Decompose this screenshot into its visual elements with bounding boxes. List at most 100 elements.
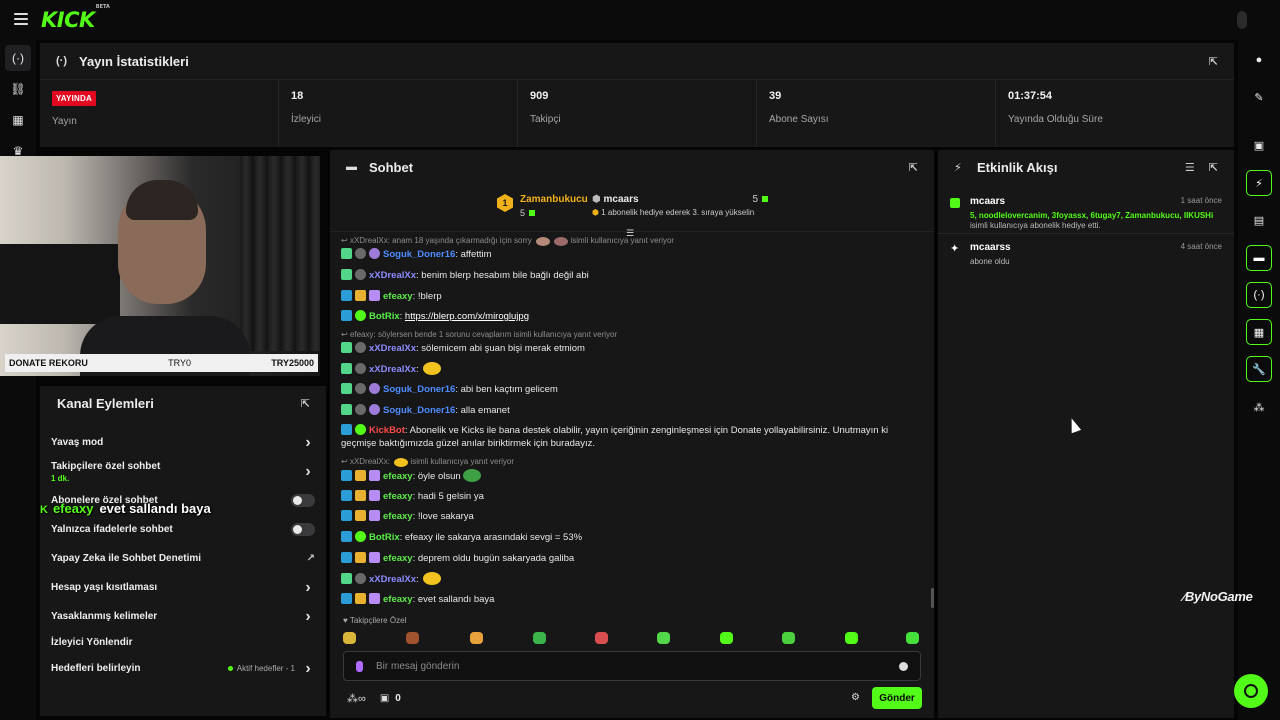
stat-value: 909 [530, 90, 549, 102]
chat-username[interactable]: xXDrealXx [369, 270, 416, 281]
followers-only-item[interactable]: Takipçilere özel sohbet 1 dk. › [51, 457, 315, 486]
chat-username[interactable]: efeaxy [383, 491, 413, 502]
send-button[interactable]: Gönder [872, 687, 922, 709]
action-label: İzleyici Yönlendir [51, 637, 133, 648]
stream-stats-panel: (·) Yayın İstatistikleri ⇱ YAYINDA Yayın… [40, 43, 1234, 147]
chat-username[interactable]: efeaxy [383, 291, 413, 302]
popout-icon[interactable]: ⇱ [909, 161, 918, 174]
wrench-icon[interactable]: 🔧 [1246, 356, 1272, 382]
chat-username[interactable]: efeaxy [383, 553, 413, 564]
chat-username[interactable]: efeaxy [383, 471, 413, 482]
emote-icon[interactable] [906, 632, 919, 644]
host-item[interactable]: İzleyici Yönlendir [51, 631, 315, 654]
emote-icon[interactable] [470, 632, 483, 644]
emote-icon[interactable] [343, 632, 356, 644]
emoji-picker-icon[interactable] [899, 661, 908, 671]
action-label: Hesap yaşı kısıtlaması [51, 582, 158, 593]
chat-message: Soguk_Doner16: affettim [341, 248, 921, 261]
emote-icon[interactable] [406, 632, 419, 644]
chat-username[interactable]: xXDrealXx [369, 574, 416, 585]
chat-username[interactable]: Soguk_Doner16 [383, 249, 455, 260]
ai-moderation-item[interactable]: Yapay Zeka ile Sohbet Denetimi ↗ [51, 544, 315, 573]
chat-settings-icon[interactable]: ⚙ [851, 692, 860, 703]
live-signal-icon[interactable]: (·) [1246, 282, 1272, 308]
headset-icon [1244, 684, 1258, 698]
set-goals-item[interactable]: Hedefleri belirleyin Aktif hedefler - 1 … [51, 654, 315, 683]
chevron-right-icon: › [305, 607, 311, 625]
account-age-item[interactable]: Hesap yaşı kısıtlaması › [51, 573, 315, 602]
chat-message: efeaxy: öyle olsun [341, 469, 921, 483]
info-icon[interactable]: ● [1246, 47, 1272, 73]
chat-username[interactable]: Soguk_Doner16 [383, 384, 455, 395]
stat-label: Yayın [52, 116, 77, 127]
stat-followers: 909 Takipçi [518, 80, 757, 147]
gift-leaderboard: Zamanbukucu 5 ⬢ mcaars 5 ⬢ 1 abonelik hed… [330, 186, 934, 232]
chat-username[interactable]: efeaxy [383, 594, 413, 605]
overlay-text: evet sallandı baya [99, 501, 211, 516]
broadcast-icon: (·) [56, 55, 67, 67]
action-label: Yasaklanmış kelimeler [51, 611, 158, 622]
popout-icon[interactable]: ⇱ [301, 397, 310, 410]
menu-icon[interactable] [14, 13, 28, 25]
chat-icon[interactable]: ▬ [1246, 245, 1272, 271]
emote [423, 362, 442, 375]
event-description: isimli kullanıcıya abonelik hediye etti. [970, 221, 1101, 230]
microphone-icon[interactable] [356, 660, 363, 672]
chat-link[interactable]: https://blerp.com/x/miroglujpg [405, 311, 529, 322]
chat-username[interactable]: KickBot [369, 425, 405, 436]
analytics-icon[interactable]: ▦ [5, 107, 31, 133]
gift-icon [529, 210, 536, 216]
chat-username[interactable]: BotRix [369, 532, 400, 543]
left-rail: (·) ⛓ ▦ ♛ [0, 40, 36, 720]
stat-value: 01:37:54 [1008, 90, 1053, 102]
layout-icon[interactable]: ▦ [1246, 319, 1272, 345]
emote-section-label: ♥ Takipçilere Özel [343, 616, 407, 625]
gift-icon [950, 198, 960, 208]
popout-icon[interactable]: ⇱ [1209, 161, 1218, 174]
link-icon[interactable]: ⛓ [5, 76, 31, 102]
emote-quick-row [343, 632, 923, 646]
leaderboard-entry: ⬢ mcaars 5 ⬢ 1 abonelik hediye ederek 3. … [592, 194, 768, 217]
reply-context: ↩ xXDrealXx: isimli kullanıcıya yanıt ve… [341, 457, 515, 467]
lightning-icon[interactable]: ⚡ [1246, 170, 1272, 196]
chat-scrollbar[interactable] [931, 588, 934, 608]
chat-message-input[interactable] [376, 660, 899, 672]
kick-logo[interactable]: KICKBETA [41, 4, 110, 32]
document-icon[interactable]: ▤ [1246, 207, 1272, 233]
overlay-user: efeaxy [52, 501, 94, 516]
fullscreen-icon[interactable]: ▣ [1246, 132, 1272, 158]
stat-label: Abone Sayısı [769, 114, 829, 125]
apps-icon[interactable]: ⁂ [1246, 394, 1272, 420]
kicks-icon[interactable]: ⁂∞ [347, 692, 366, 705]
chat-username[interactable]: xXDrealXx [369, 364, 416, 375]
emote-icon[interactable] [657, 632, 670, 644]
banned-words-item[interactable]: Yasaklanmış kelimeler › [51, 602, 315, 631]
broadcast-icon[interactable]: (·) [5, 45, 31, 71]
live-badge: YAYINDA [52, 91, 96, 106]
edit-icon[interactable]: ✎ [1246, 84, 1272, 110]
subscribers-only-toggle[interactable] [291, 494, 315, 507]
popout-icon[interactable]: ⇱ [1209, 55, 1218, 68]
emotes-only-toggle[interactable] [291, 523, 315, 536]
action-sublabel: 1 dk. [51, 473, 70, 483]
emote-icon[interactable] [845, 632, 858, 644]
user-avatar[interactable] [1237, 11, 1247, 29]
emote-icon[interactable] [782, 632, 795, 644]
emote-icon[interactable] [720, 632, 733, 644]
slow-mode-item[interactable]: Yavaş mod › [51, 428, 315, 457]
event-time: 4 saat önce [1180, 242, 1222, 251]
chat-username[interactable]: xXDrealXx [369, 343, 416, 354]
emote-icon[interactable] [533, 632, 546, 644]
donate-max: TRY25000 [271, 358, 314, 368]
kick-k-icon: K [40, 504, 48, 516]
chat-username[interactable]: efeaxy [383, 511, 413, 522]
chat-username[interactable]: Soguk_Doner16 [383, 405, 455, 416]
gift-box-icon[interactable]: ▣ [380, 693, 389, 704]
action-label: Yalnızca ifadelerle sohbet [51, 524, 173, 535]
chat-username[interactable]: BotRix [369, 311, 400, 322]
emotes-only-item: Yalnızca ifadelerle sohbet [51, 515, 315, 544]
emote-icon[interactable] [595, 632, 608, 644]
donate-min: TRY0 [168, 358, 191, 368]
support-chat-button[interactable] [1234, 674, 1268, 708]
filter-icon[interactable]: ☰ [1185, 161, 1195, 174]
